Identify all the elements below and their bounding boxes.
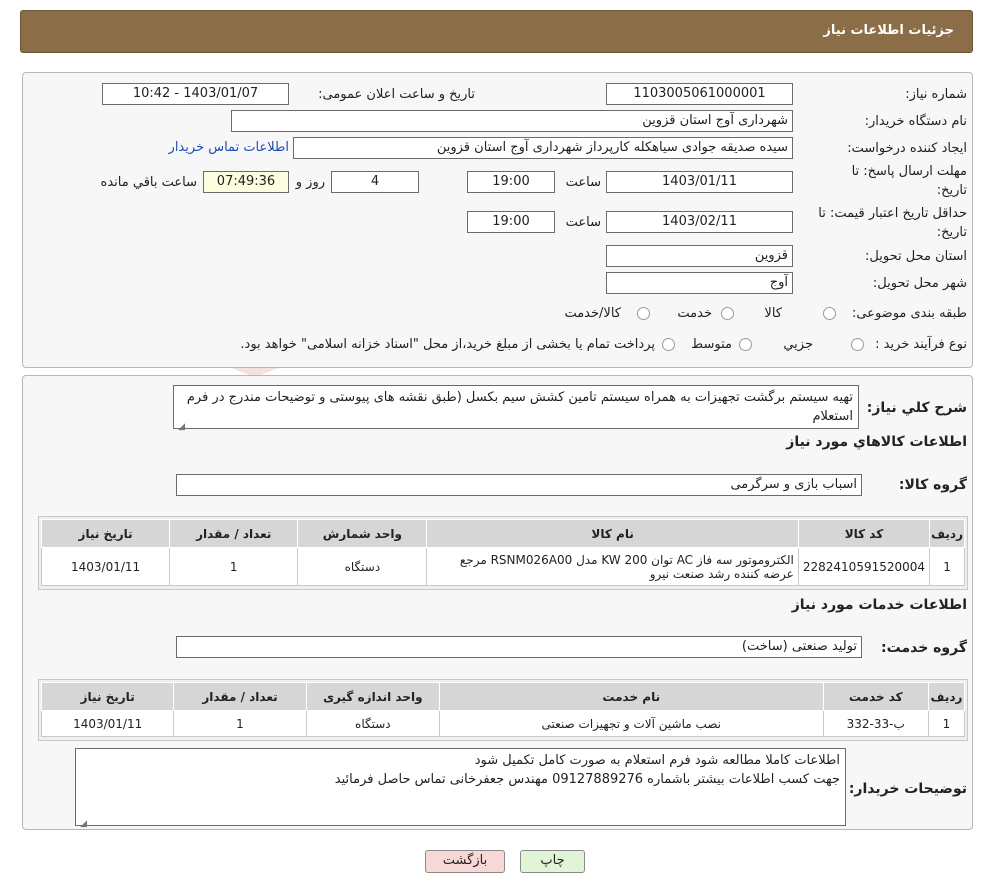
buyer-notes-textarea[interactable]: اطلاعات کاملا مطالعه شود فرم استعلام به … (75, 748, 846, 829)
buyer-org-field[interactable]: شهرداری آوج استان قزوین (231, 110, 793, 132)
deadline-label: مهلت ارسال پاسخ: تا (851, 164, 967, 179)
services-col-row: ردیف (927, 682, 966, 711)
description-label: شرح کلي نیاز: (866, 400, 967, 416)
description-textarea[interactable]: تهیه سیستم برگشت تجهیزات به همراه سیستم … (173, 385, 859, 432)
services-cell-row: 1 (927, 710, 966, 737)
services-cell-qty: 1 (173, 710, 307, 737)
deadline-date-field[interactable]: 1403/01/11 (606, 171, 793, 193)
days-label: روز و (295, 175, 325, 190)
services-cell-unit: دستگاه (305, 710, 441, 737)
process-note: پرداخت تمام یا بخشی از مبلغ خرید،از محل … (240, 337, 655, 352)
services-cell-code: ب-33-332 (822, 710, 929, 737)
buyer-notes-label: توضیحات خریدار: (848, 781, 967, 797)
services-col-unit: واحد اندازه گیری (305, 682, 441, 711)
services-cell-date: 1403/01/11 (40, 710, 175, 737)
remaining-label: ساعت باقي مانده (100, 175, 197, 190)
services-col-name: نام خدمت (439, 682, 824, 711)
goods-col-row: ردیف (929, 519, 965, 548)
goods-section-title: اطلاعات کالاهاي مورد نياز (786, 434, 967, 450)
category-option-goods: کالا (764, 306, 782, 321)
process-radio-medium[interactable] (739, 338, 752, 351)
announce-label: تاریخ و ساعت اعلان عمومی: (318, 87, 475, 102)
resize-grip-icon[interactable]: ◢ (176, 418, 185, 432)
process-label: نوع فرآیند خرید : (875, 337, 967, 352)
category-radio-both[interactable] (637, 307, 650, 320)
category-option-service: خدمت (677, 306, 712, 321)
process-option-partial: جزیي (783, 337, 813, 352)
validity-date-field[interactable]: 1403/02/11 (606, 211, 793, 233)
buyer-org-label: نام دستگاه خریدار: (864, 114, 967, 129)
process-radio-partial[interactable] (851, 338, 864, 351)
buyer-contact-link[interactable]: اطلاعات تماس خریدار (169, 140, 289, 155)
print-button[interactable]: چاپ (520, 850, 585, 873)
city-field[interactable]: آوج (606, 272, 793, 294)
back-button[interactable]: بازگشت (425, 850, 505, 873)
goods-col-name: نام کالا (426, 519, 799, 548)
services-group-label: گروه خدمت: (881, 640, 967, 656)
description-text: تهیه سیستم برگشت تجهیزات به همراه سیستم … (186, 390, 853, 424)
table-row[interactable]: 1 ب-33-332 نصب ماشین آلات و تجهیزات صنعت… (40, 710, 966, 737)
goods-col-qty: تعداد / مقدار (169, 519, 299, 548)
services-group-field[interactable]: تولید صنعتی (ساخت) (176, 636, 862, 658)
validity-time-field[interactable]: 19:00 (467, 211, 555, 233)
services-cell-name: نصب ماشین آلات و تجهیزات صنعتی (439, 710, 824, 737)
remaining-days-field[interactable]: 4 (331, 171, 419, 193)
goods-group-label: گروه کالا: (898, 477, 967, 493)
need-number-label: شماره نیاز: (905, 87, 967, 102)
category-label: طبقه بندی موضوعی: (851, 306, 967, 321)
services-section-title: اطلاعات خدمات مورد نياز (791, 597, 967, 613)
process-option-medium: متوسط (691, 337, 732, 352)
goods-cell-name: الکتروموتور سه فاز AC توان KW 200 مدل RS… (426, 547, 799, 586)
resize-grip-icon[interactable]: ◢ (78, 815, 87, 829)
goods-cell-row: 1 (929, 547, 965, 586)
deadline-label-2: تاریخ: (936, 183, 967, 198)
category-option-both: کالا/خدمت (564, 306, 621, 321)
creator-label: ایجاد کننده درخواست: (847, 141, 967, 156)
creator-field[interactable]: سیده صدیقه جوادی سیاهکله کارپرداز شهردار… (293, 137, 793, 159)
buyer-notes-line-1: اطلاعات کاملا مطالعه شود فرم استعلام به … (474, 753, 840, 768)
announce-field[interactable]: 1403/01/07 - 10:42 (102, 83, 289, 105)
services-col-qty: تعداد / مقدار (173, 682, 307, 711)
validity-label: حداقل تاریخ اعتبار قیمت: تا (818, 206, 967, 221)
services-col-date: تاریخ نیاز (40, 682, 175, 711)
page-header: جزئیات اطلاعات نیاز (20, 10, 973, 53)
table-row[interactable]: 1 2282410591520004 الکتروموتور سه فاز AC… (40, 547, 965, 586)
goods-col-date: تاریخ نیاز (40, 519, 171, 548)
goods-col-unit: واحد شمارش (297, 519, 428, 548)
services-table: ردیف کد خدمت نام خدمت واحد اندازه گیری ت… (40, 682, 966, 737)
city-label: شهر محل تحویل: (872, 276, 967, 291)
goods-cell-date: 1403/01/11 (40, 547, 171, 586)
buyer-notes-line-2: جهت کسب اطلاعات بیشتر باشماره 0912788927… (334, 772, 840, 787)
page-title: جزئیات اطلاعات نیاز (823, 23, 954, 38)
need-number-field[interactable]: 1103005061000001 (606, 83, 793, 105)
validity-label-2: تاریخ: (936, 225, 967, 240)
services-col-code: کد خدمت (822, 682, 929, 711)
goods-cell-code: 2282410591520004 (797, 547, 931, 586)
province-label: استان محل تحویل: (865, 249, 967, 264)
goods-col-code: کد کالا (797, 519, 931, 548)
deadline-time-field[interactable]: 19:00 (467, 171, 555, 193)
goods-cell-qty: 1 (169, 547, 299, 586)
category-radio-service[interactable] (721, 307, 734, 320)
process-note-checkbox[interactable] (662, 338, 675, 351)
validity-time-label: ساعت (565, 215, 601, 230)
deadline-time-label: ساعت (565, 175, 601, 190)
goods-cell-unit: دستگاه (297, 547, 428, 586)
category-radio-goods[interactable] (823, 307, 836, 320)
goods-table: ردیف کد کالا نام کالا واحد شمارش تعداد /… (40, 519, 965, 586)
remaining-time-field: 07:49:36 (203, 171, 289, 193)
goods-group-field[interactable]: اسباب بازی و سرگرمی (176, 474, 862, 496)
province-field[interactable]: قزوین (606, 245, 793, 267)
